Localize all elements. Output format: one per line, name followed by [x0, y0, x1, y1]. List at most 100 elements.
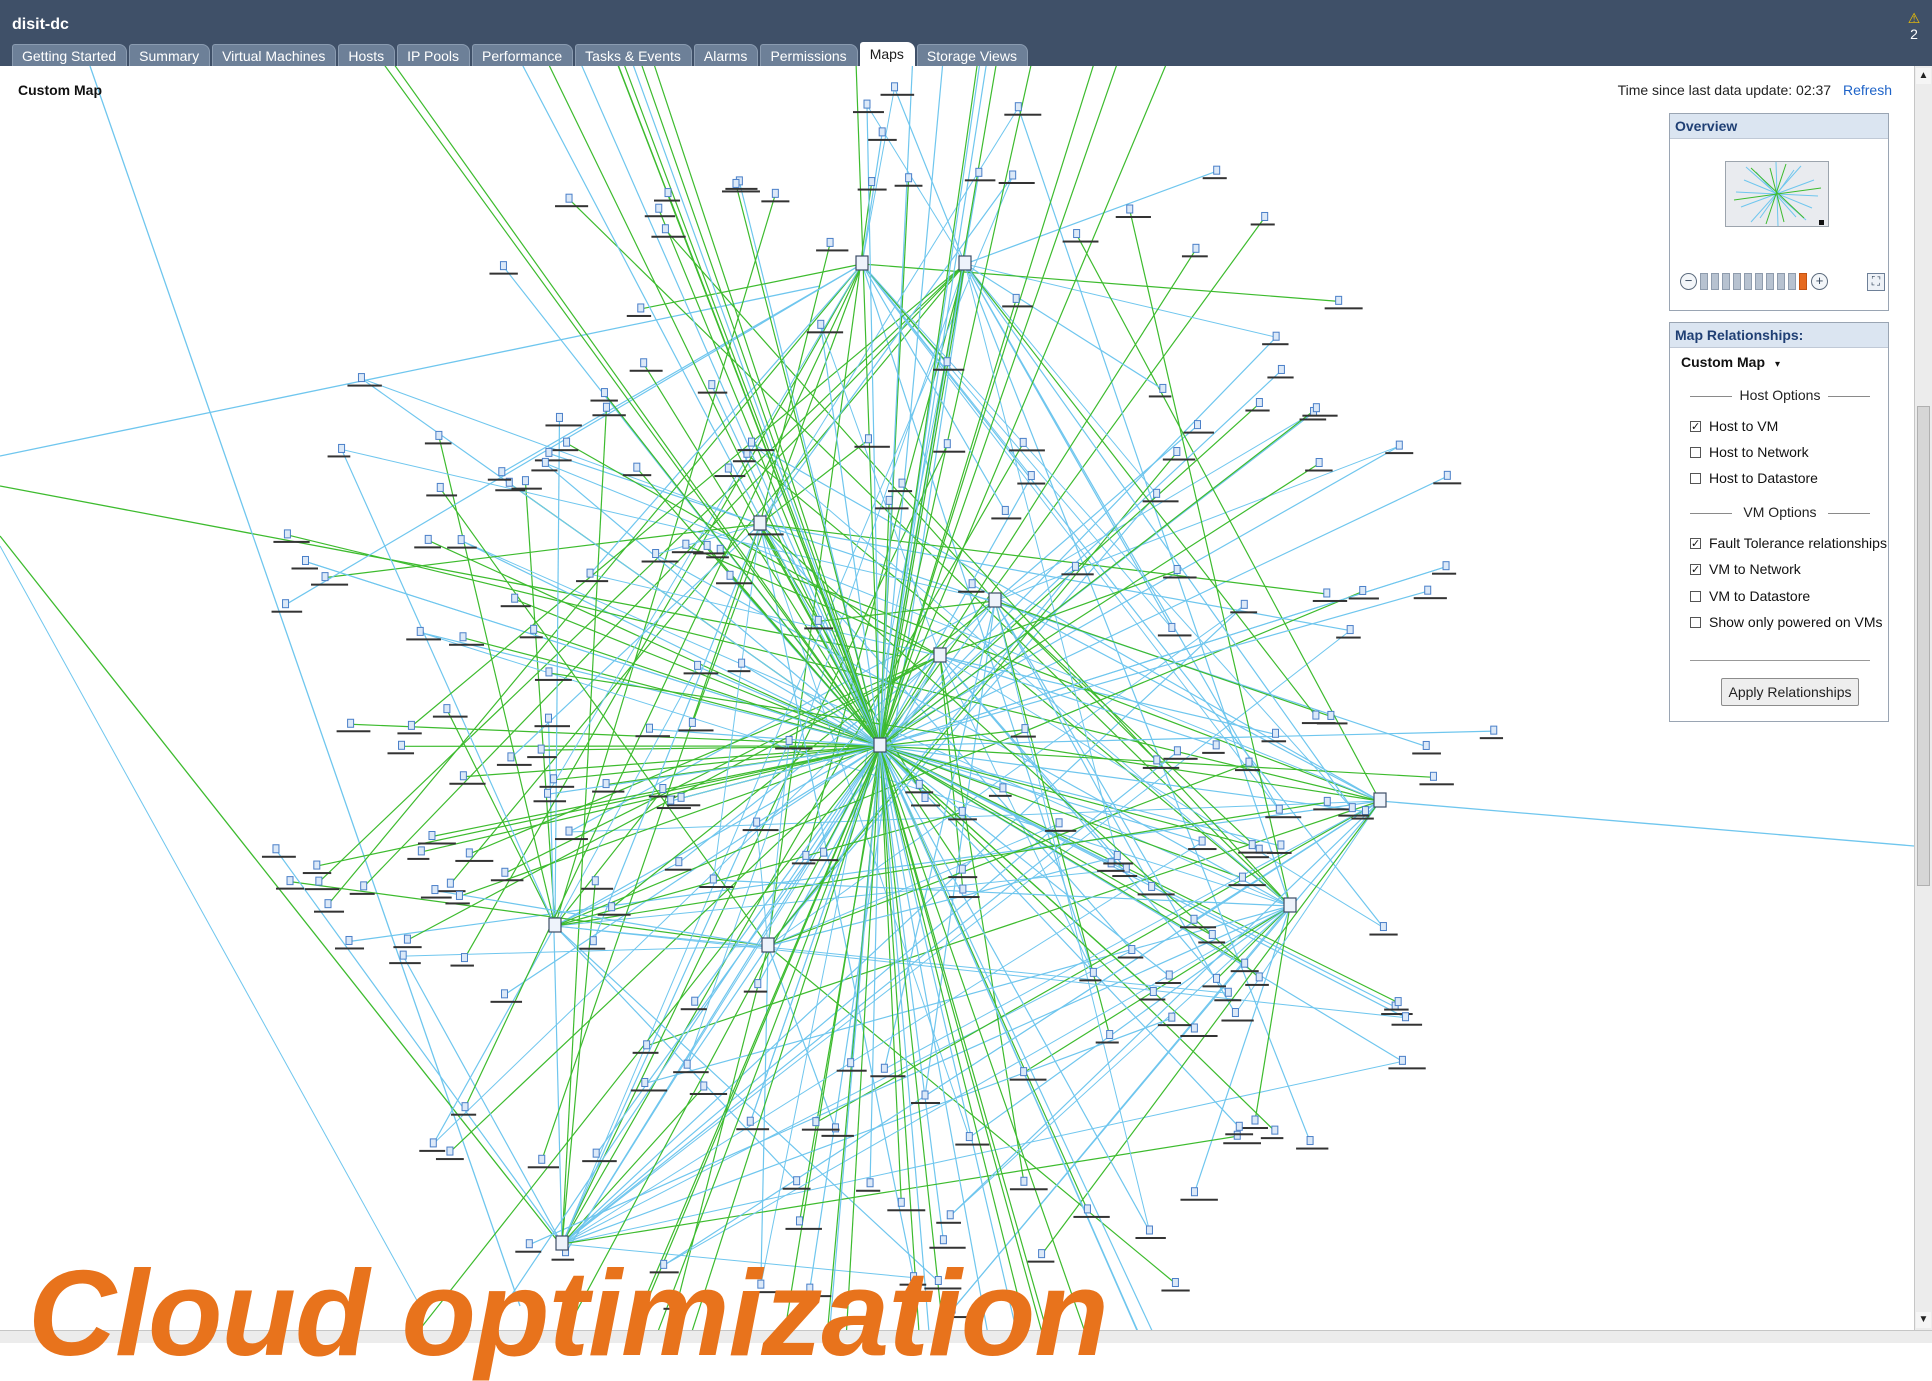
vm-node-icon[interactable]: [1135, 1226, 1165, 1239]
vm-node-shape[interactable]: [906, 174, 912, 182]
vm-node-shape[interactable]: [538, 745, 544, 753]
vm-node-shape[interactable]: [1127, 205, 1133, 213]
vm-node-shape[interactable]: [502, 990, 508, 998]
vm-node-shape[interactable]: [593, 1149, 599, 1157]
vm-node-shape[interactable]: [803, 851, 809, 859]
vm-node-shape[interactable]: [566, 194, 572, 202]
vm-node-shape[interactable]: [717, 545, 723, 553]
vm-node-shape[interactable]: [1276, 805, 1282, 813]
vm-node-icon[interactable]: [433, 705, 468, 718]
vm-node-shape[interactable]: [1349, 804, 1355, 812]
vm-node-icon[interactable]: [406, 627, 441, 640]
vm-node-icon[interactable]: [534, 714, 569, 727]
vm-node-shape[interactable]: [1399, 1056, 1405, 1064]
vm-node-icon[interactable]: [761, 189, 789, 202]
host-node-icon[interactable]: [934, 648, 946, 662]
vm-node-shape[interactable]: [1000, 784, 1006, 792]
vm-node-shape[interactable]: [869, 178, 875, 186]
vm-node-shape[interactable]: [447, 1147, 453, 1155]
vm-node-shape[interactable]: [603, 403, 609, 411]
vm-node-shape[interactable]: [1084, 1205, 1090, 1213]
vm-node-shape[interactable]: [462, 1103, 468, 1111]
vm-node-shape[interactable]: [815, 616, 821, 624]
vm-node-shape[interactable]: [592, 877, 598, 885]
vm-node-shape[interactable]: [512, 594, 518, 602]
vm-node-shape[interactable]: [644, 1041, 650, 1049]
vm-node-shape[interactable]: [959, 865, 965, 873]
host-node-icon[interactable]: [549, 918, 561, 932]
vm-node-shape[interactable]: [566, 827, 572, 835]
vm-node-shape[interactable]: [466, 849, 472, 857]
vm-node-shape[interactable]: [739, 659, 745, 667]
vm-node-icon[interactable]: [436, 1147, 464, 1160]
vm-node-icon[interactable]: [1202, 974, 1225, 987]
zoom-step[interactable]: [1700, 273, 1708, 290]
vm-node-shape[interactable]: [653, 550, 659, 558]
vm-node-icon[interactable]: [1183, 421, 1213, 434]
vm-node-shape[interactable]: [460, 633, 466, 641]
vm-node-shape[interactable]: [642, 1078, 648, 1086]
vm-node-shape[interactable]: [400, 951, 406, 959]
vm-node-shape[interactable]: [542, 458, 548, 466]
vm-node-icon[interactable]: [511, 477, 541, 490]
vm-node-icon[interactable]: [999, 171, 1035, 184]
vm-node-shape[interactable]: [1256, 399, 1262, 407]
option-vm-to-datastore[interactable]: VM to Datastore: [1690, 588, 1810, 604]
host-node-icon[interactable]: [1374, 793, 1386, 807]
vm-node-shape[interactable]: [922, 793, 928, 801]
vm-node-shape[interactable]: [1021, 1068, 1027, 1076]
vm-node-icon[interactable]: [1369, 923, 1397, 936]
vm-node-icon[interactable]: [1296, 1137, 1328, 1150]
vm-node-shape[interactable]: [733, 179, 739, 187]
vm-node-icon[interactable]: [1155, 971, 1181, 984]
vm-node-icon[interactable]: [955, 1133, 989, 1146]
host-node-icon[interactable]: [959, 256, 971, 270]
scroll-down-icon[interactable]: ▼: [1916, 1312, 1931, 1328]
vm-node-icon[interactable]: [1325, 296, 1363, 309]
tab-getting-started[interactable]: Getting Started: [12, 44, 127, 66]
host-node-icon[interactable]: [989, 593, 1001, 607]
tab-virtual-machines[interactable]: Virtual Machines: [212, 44, 336, 66]
vm-node-shape[interactable]: [273, 845, 279, 853]
vm-node-shape[interactable]: [458, 536, 464, 544]
vm-node-icon[interactable]: [590, 389, 617, 402]
vm-node-shape[interactable]: [916, 780, 922, 788]
vm-node-shape[interactable]: [1154, 756, 1160, 764]
vm-node-icon[interactable]: [895, 174, 923, 187]
vm-node-icon[interactable]: [665, 858, 691, 871]
vm-node-icon[interactable]: [389, 951, 421, 964]
vm-node-icon[interactable]: [816, 238, 848, 251]
vm-node-shape[interactable]: [587, 569, 593, 577]
host-node-icon[interactable]: [874, 738, 886, 752]
vm-node-shape[interactable]: [1313, 711, 1319, 719]
vm-node-shape[interactable]: [1160, 384, 1166, 392]
vm-node-shape[interactable]: [1241, 600, 1247, 608]
vm-node-icon[interactable]: [1158, 1013, 1191, 1026]
vm-node-shape[interactable]: [444, 705, 450, 713]
vm-node-shape[interactable]: [1360, 586, 1366, 594]
vm-node-icon[interactable]: [1385, 441, 1413, 454]
vm-node-icon[interactable]: [1203, 166, 1227, 179]
vm-node-icon[interactable]: [870, 1064, 905, 1077]
vm-node-shape[interactable]: [748, 438, 754, 446]
vm-node-shape[interactable]: [590, 937, 596, 945]
checkbox-vm-to-datastore[interactable]: [1690, 591, 1701, 602]
vm-node-shape[interactable]: [1013, 294, 1019, 302]
checkbox-host-to-datastore[interactable]: [1690, 473, 1701, 484]
vm-node-shape[interactable]: [1443, 562, 1449, 570]
vm-node-shape[interactable]: [678, 793, 684, 801]
vm-node-icon[interactable]: [1262, 332, 1288, 345]
vm-node-shape[interactable]: [1430, 772, 1436, 780]
vm-node-shape[interactable]: [665, 189, 671, 197]
vm-node-icon[interactable]: [991, 506, 1021, 519]
zoom-in-icon[interactable]: +: [1811, 273, 1828, 290]
vm-node-shape[interactable]: [1022, 725, 1028, 733]
vm-node-shape[interactable]: [1380, 923, 1386, 931]
vm-node-shape[interactable]: [747, 1117, 753, 1125]
vm-node-shape[interactable]: [1214, 166, 1220, 174]
vm-node-shape[interactable]: [1273, 729, 1279, 737]
host-node-icon[interactable]: [754, 516, 766, 530]
vm-node-icon[interactable]: [528, 1155, 559, 1168]
vm-node-icon[interactable]: [576, 569, 608, 582]
vm-node-shape[interactable]: [646, 724, 652, 732]
